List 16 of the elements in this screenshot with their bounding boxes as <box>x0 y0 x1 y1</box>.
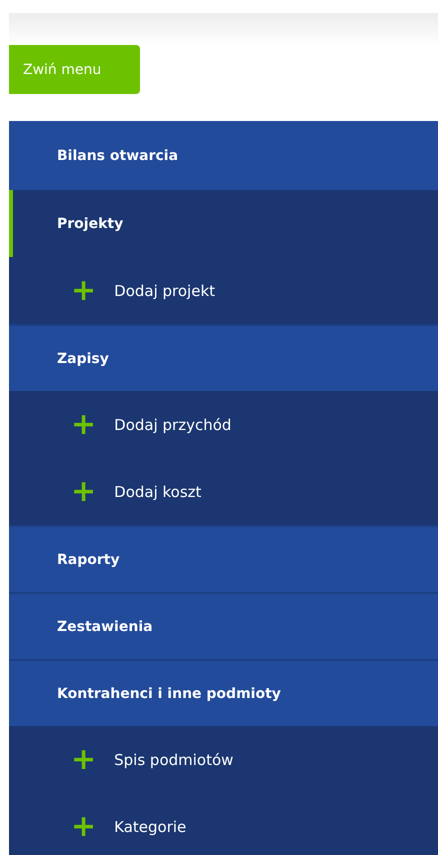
submenu-item[interactable]: + Dodaj koszt <box>9 458 438 525</box>
submenu-item[interactable]: + Dodaj przychód <box>9 391 438 458</box>
plus-icon: + <box>71 476 96 506</box>
submenu-label: Dodaj projekt <box>114 282 216 300</box>
plus-icon: + <box>71 812 96 842</box>
plus-icon: + <box>71 410 96 440</box>
plus-icon: + <box>71 744 96 774</box>
menu-item[interactable]: Projekty <box>9 190 438 257</box>
submenu-label: Spis podmiotów <box>114 750 234 768</box>
submenu-label: Dodaj przychód <box>114 416 232 434</box>
submenu-label: Dodaj koszt <box>114 482 202 500</box>
submenu-label: Kategorie <box>114 818 186 836</box>
submenu-item[interactable]: + Dodaj projekt <box>9 257 438 324</box>
plus-icon: + <box>71 276 96 306</box>
submenu-item[interactable]: + Kategorie <box>9 793 438 855</box>
submenu-item[interactable]: + Spis podmiotów <box>9 726 438 793</box>
